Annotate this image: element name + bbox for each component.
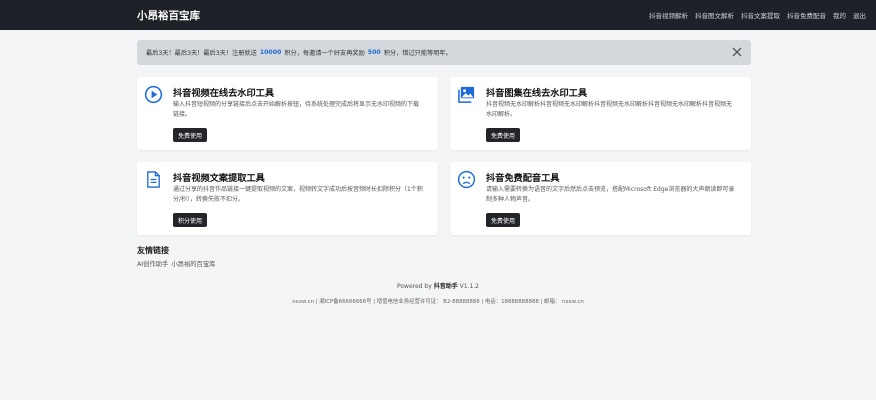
card-description: 输入抖音短视频的分享链接后点击开始解析按钮，待系统处理完成后将显示无水印视频的下…: [173, 101, 420, 118]
footer-powered-name[interactable]: 抖音助手: [434, 283, 458, 290]
footer-info: nxxw.cn | 湘ICP备66666666号 | 增值电信业务经营许可证： …: [292, 299, 584, 305]
nav-image-parse[interactable]: 抖音图文解析: [695, 10, 734, 20]
friend-link-ai-assistant[interactable]: AI创作助手: [137, 259, 168, 268]
card-description: 请输入需要转换为语音的文字后然后点击预览，搭配Microsoft Edge浏览器…: [486, 186, 735, 203]
nav-text-extract[interactable]: 抖音文案提取: [741, 10, 780, 20]
alert-text-2: 积分，每邀请一个好友再奖励: [284, 50, 365, 57]
document-icon: [147, 171, 160, 188]
card-title: 抖音视频在线去水印工具: [173, 88, 275, 99]
nav-links: 抖音视频解析 抖音图文解析 抖音文案提取 抖音免费配音 我的 退出: [649, 10, 866, 20]
card-title: 抖音视频文案提取工具: [173, 173, 265, 184]
tool-card-image-watermark: 抖音图集在线去水印工具 抖音视频无水印解析抖音视频无水印解析抖音视频无水印解析抖…: [450, 77, 751, 150]
free-use-button[interactable]: 免费使用: [173, 128, 208, 142]
footer-powered-prefix: Powered by: [396, 283, 432, 290]
image-gallery-icon: [458, 86, 475, 103]
friend-links-list: AI创作助手 小昂裕的百宝库: [137, 259, 215, 268]
free-use-button[interactable]: 免费使用: [486, 128, 521, 142]
tool-card-video-watermark: 抖音视频在线去水印工具 输入抖音短视频的分享链接后点击开始解析按钮，待系统处理完…: [137, 77, 438, 150]
top-navbar: 小昂裕百宝库 抖音视频解析 抖音图文解析 抖音文案提取 抖音免费配音 我的 退出: [0, 0, 876, 30]
alert-highlight-2: 500: [367, 49, 381, 56]
card-title: 抖音图集在线去水印工具: [486, 88, 588, 99]
play-circle-icon: [144, 85, 163, 104]
tool-card-text-extract: 抖音视频文案提取工具 通过分享的抖音作品链接一键提取视频的文案，视频转文字成功后…: [137, 162, 438, 235]
card-description: 抖音视频无水印解析抖音视频无水印解析抖音视频无水印解析抖音视频无水印解析抖音视频…: [486, 101, 733, 118]
sad-face-icon: [457, 170, 476, 189]
nav-logout[interactable]: 退出: [853, 10, 866, 20]
promo-alert: 最后3天！最后3天！最后3天！注册就送 10000 积分，每邀请一个好友再奖励 …: [137, 40, 751, 65]
footer-powered: Powered by 抖音助手 V1.1.2: [0, 281, 876, 290]
free-use-button[interactable]: 免费使用: [486, 213, 521, 227]
card-description: 通过分享的抖音作品链接一键提取视频的文案，视频转文字成功后按音频时长扣除积分（1…: [173, 186, 423, 203]
friend-links-title: 友情链接: [137, 246, 169, 255]
nav-free-dubbing[interactable]: 抖音免费配音: [787, 10, 826, 20]
brand-logo[interactable]: 小昂裕百宝库: [137, 8, 200, 23]
footer-version: V1.1.2: [459, 283, 479, 290]
points-use-button[interactable]: 积分使用: [173, 213, 208, 227]
alert-text-1: 最后3天！最后3天！最后3天！注册就送: [146, 50, 257, 57]
card-title: 抖音免费配音工具: [486, 173, 560, 184]
alert-text-3: 积分，错过只能等明年。: [383, 50, 452, 57]
nav-my-account[interactable]: 我的: [833, 10, 846, 20]
tool-card-free-dubbing: 抖音免费配音工具 请输入需要转换为语音的文字后然后点击预览，搭配Microsof…: [450, 162, 751, 235]
friend-link-treasure[interactable]: 小昂裕的百宝库: [171, 259, 215, 268]
close-icon[interactable]: [730, 45, 744, 59]
alert-highlight-1: 10000: [259, 49, 282, 56]
nav-video-parse[interactable]: 抖音视频解析: [649, 10, 688, 20]
